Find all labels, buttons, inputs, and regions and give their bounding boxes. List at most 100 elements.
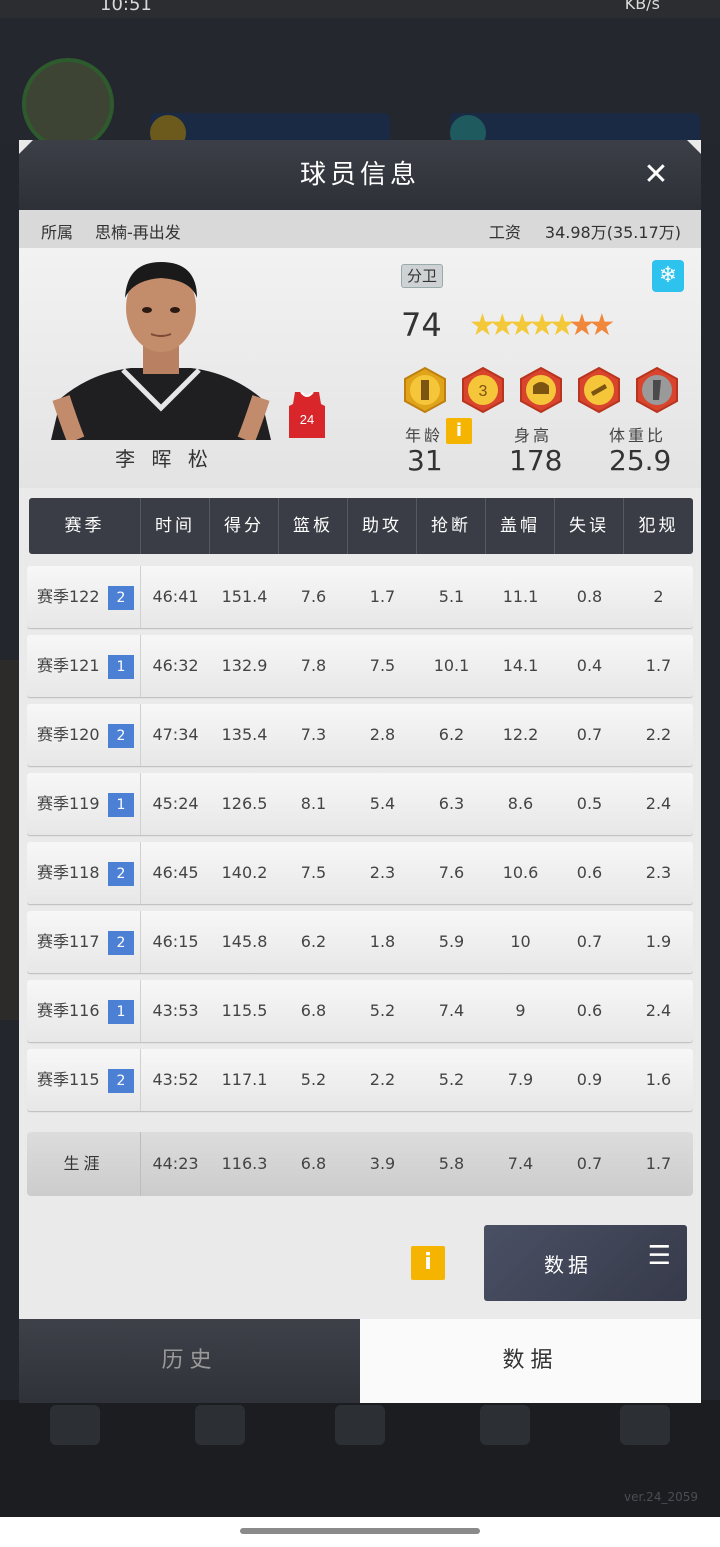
career-fouls: 1.7 [645,1154,672,1173]
height-value: 178 [509,444,563,477]
row-assists: 5.2 [369,1001,396,1020]
row-turnovers: 0.7 [576,725,603,744]
bg-side-panel [0,660,20,840]
row-fouls: 1.6 [645,1070,672,1089]
row-blocks: 7.9 [507,1070,534,1089]
salary: 工资 34.98万(35.17万) [489,219,681,243]
player-info-dialog: 球员信息 ✕ 所属 思楠-再出发 工资 34.98万(35.17万) 李 晖 松… [19,140,701,1403]
salary-value: 34.98万(35.17万) [544,223,681,242]
row-points: 117.1 [221,1070,268,1089]
row-assists: 2.8 [369,725,396,744]
star-rating: ★★★★★★★ [469,308,615,343]
player-name: 李 晖 松 [115,447,213,471]
row-time: 46:32 [152,656,199,675]
row-rebounds: 7.5 [300,863,327,882]
nav-item-social[interactable] [475,1400,535,1480]
row-time: 47:34 [152,725,199,744]
status-bar: 10:51 KB/s [0,0,720,18]
bmi-value: 25.9 [609,444,672,477]
level-badge: 2 [108,862,134,886]
row-steals: 6.3 [438,794,465,813]
table-row[interactable]: 赛季117 2 46:15 145.8 6.2 1.8 5.9 10 0.7 1.9 [27,911,693,973]
defense-skill-icon[interactable] [517,366,565,414]
info-icon[interactable]: i [446,418,472,444]
row-points: 126.5 [221,794,268,813]
row-fouls: 1.7 [645,656,672,675]
contract-info-row: 所属 思楠-再出发 工资 34.98万(35.17万) [19,210,701,248]
nav-item-home[interactable] [45,1400,105,1480]
row-steals: 7.4 [438,1001,465,1020]
post-up-skill-icon[interactable] [401,366,449,414]
row-steals: 5.1 [438,587,465,606]
career-points: 116.3 [221,1154,268,1173]
height-label: 身高 [514,426,553,445]
row-blocks: 11.1 [502,587,539,606]
three-point-skill-icon[interactable]: 3 [459,366,507,414]
data-button-label: 数据 [544,1253,592,1277]
row-fouls: 2 [653,587,664,606]
shooting-skill-icon[interactable] [575,366,623,414]
affiliation-value: 思楠-再出发 [95,223,181,242]
snowflake-icon[interactable]: ❄ [652,260,684,292]
tab-history[interactable]: 历史 [19,1319,360,1403]
row-time: 46:41 [152,587,199,606]
social-icon [480,1405,530,1445]
age-value: 31 [407,444,443,477]
row-blocks: 10.6 [502,863,539,882]
row-rebounds: 8.1 [300,794,327,813]
career-label: 生涯 [27,1132,141,1196]
row-blocks: 8.6 [507,794,534,813]
table-row[interactable]: 赛季115 2 43:52 117.1 5.2 2.2 5.2 7.9 0.9 1.6 [27,1049,693,1111]
row-points: 145.8 [221,932,268,951]
row-points: 135.4 [221,725,268,744]
table-row[interactable]: 赛季121 1 46:32 132.9 7.8 7.5 10.1 14.1 0.4 1.7 [27,635,693,697]
header-time: 时间 [141,498,210,554]
jersey-number: 24 [300,412,314,427]
data-button[interactable]: 数据 ☰ [484,1225,687,1301]
bg-side-panel [0,840,20,1020]
nav-item-tactics[interactable] [330,1400,390,1480]
table-row[interactable]: 赛季118 2 46:45 140.2 7.5 2.3 7.6 10.6 0.6 2.3 [27,842,693,904]
dialog-tabs: 历史 数据 [19,1319,701,1403]
level-badge: 1 [108,793,134,817]
table-row[interactable]: 赛季116 1 43:53 115.5 6.8 5.2 7.4 9 0.6 2.4 [27,980,693,1042]
row-blocks: 9 [515,1001,526,1020]
row-fouls: 2.2 [645,725,672,744]
career-time: 44:23 [152,1154,199,1173]
level-badge: 1 [108,1000,134,1024]
row-assists: 2.2 [369,1070,396,1089]
row-points: 115.5 [221,1001,268,1020]
table-row[interactable]: 赛季119 1 45:24 126.5 8.1 5.4 6.3 8.6 0.5 2.4 [27,773,693,835]
row-blocks: 10 [510,932,531,951]
row-rebounds: 7.3 [300,725,327,744]
app-screen: 10:51 KB/s ver.24_2059 球员信息 ✕ 所属 思楠-再出发 工… [0,0,720,1547]
nav-item-more[interactable] [615,1400,675,1480]
close-icon[interactable]: ✕ [639,158,673,192]
level-badge: 2 [108,724,134,748]
season-label: 赛季121 [37,656,100,675]
row-blocks: 12.2 [502,725,539,744]
info-button[interactable]: i [411,1246,445,1280]
row-steals: 5.9 [438,932,465,951]
block-skill-icon[interactable] [633,366,681,414]
row-rebounds: 7.6 [300,587,327,606]
row-assists: 7.5 [369,656,396,675]
row-season: 赛季122 2 [27,566,141,628]
tab-data[interactable]: 数据 [360,1319,701,1403]
table-row[interactable]: 赛季122 2 46:41 151.4 7.6 1.7 5.1 11.1 0.8 2 [27,566,693,628]
table-row[interactable]: 赛季120 2 47:34 135.4 7.3 2.8 6.2 12.2 0.7 2.2 [27,704,693,766]
row-season: 赛季121 1 [27,635,141,697]
home-icon [50,1405,100,1445]
row-rebounds: 5.2 [300,1070,327,1089]
stats-table-body[interactable]: 赛季122 2 46:41 151.4 7.6 1.7 5.1 11.1 0.8 2 赛季121 1 4… [27,566,693,1126]
status-time: 10:51 [100,0,152,15]
home-indicator[interactable] [240,1528,480,1534]
nav-item-trophy[interactable] [190,1400,250,1480]
season-label: 赛季119 [37,794,100,813]
row-turnovers: 0.5 [576,794,603,813]
svg-text:3: 3 [479,383,488,400]
level-badge: 1 [108,655,134,679]
row-time: 46:45 [152,863,199,882]
affiliation-label: 所属 [41,223,74,242]
affiliation: 所属 思楠-再出发 [41,219,181,243]
